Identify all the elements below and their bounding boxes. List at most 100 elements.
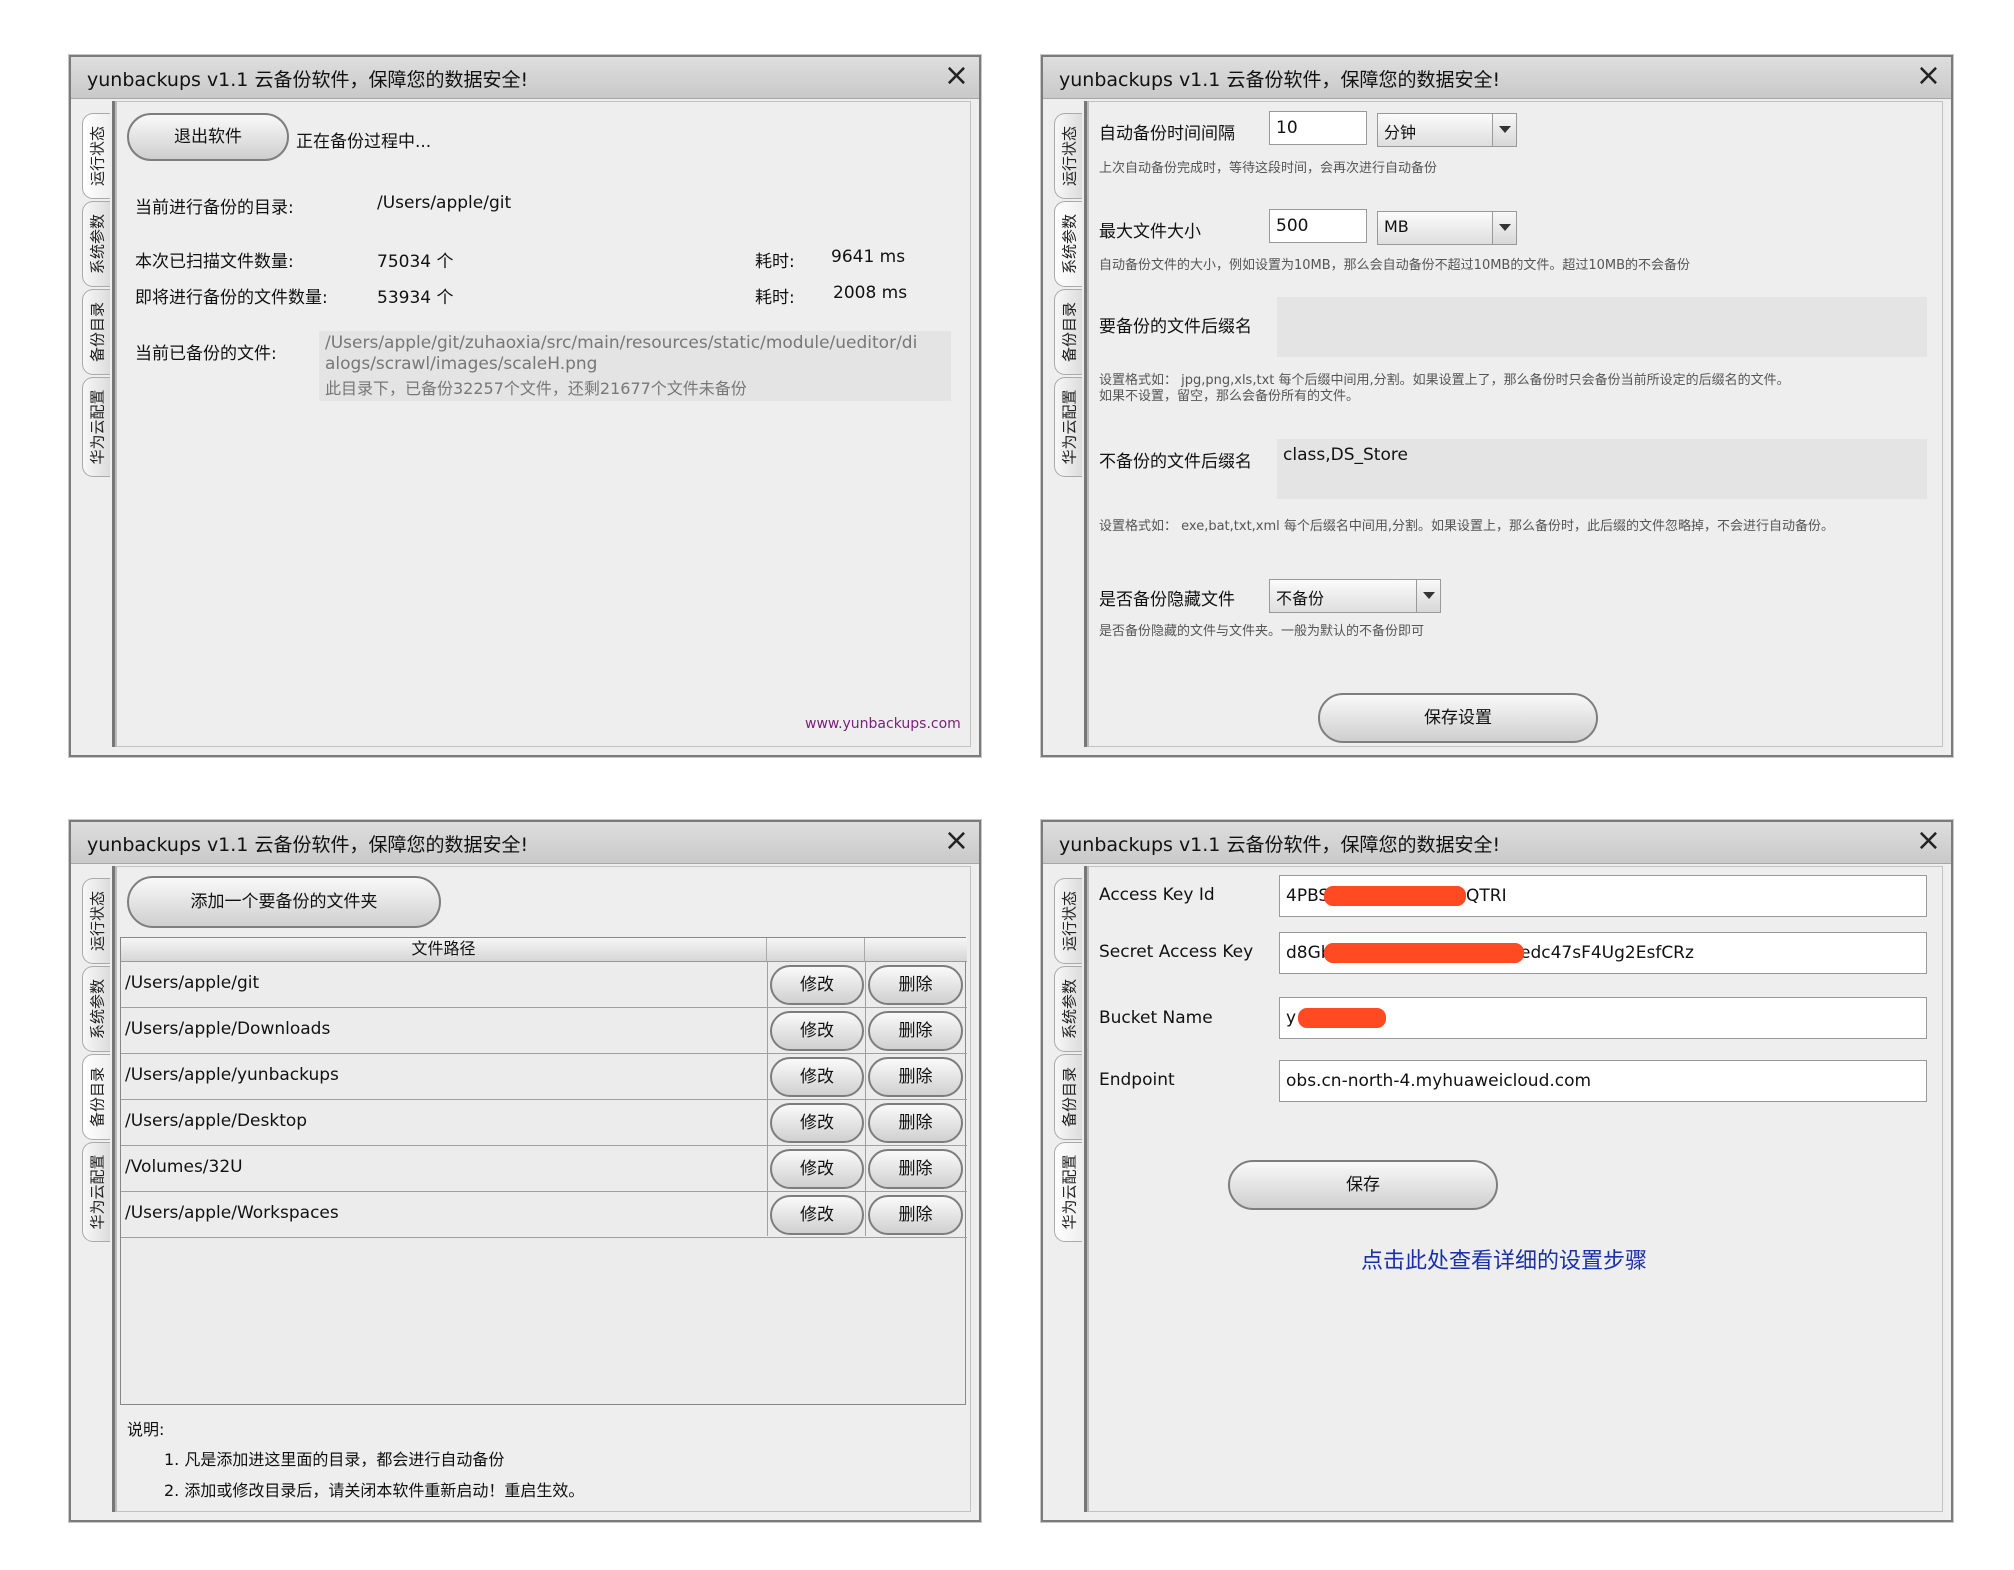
edit-button[interactable]: 修改: [770, 1195, 864, 1235]
dirs-table: 文件路径 /Users/apple/git 修改 删除 /Users/apple…: [120, 937, 967, 1405]
window-cloud: yunbackups v1.1 云备份软件，保障您的数据安全! × 运行状态 系…: [1041, 820, 1953, 1522]
row-path: /Users/apple/Downloads: [125, 1019, 331, 1039]
tab-label: 系统参数: [1060, 213, 1078, 275]
tab-huawei-cloud[interactable]: 华为云配置: [1054, 377, 1082, 477]
delete-button[interactable]: 删除: [868, 1195, 963, 1235]
tab-divider: [1084, 866, 1087, 1512]
tab-huawei-cloud[interactable]: 华为云配置: [82, 1142, 110, 1242]
maxsize-unit-select[interactable]: MB: [1377, 211, 1517, 245]
hidden-files-value: 不备份: [1276, 589, 1325, 608]
delete-button[interactable]: 删除: [868, 1011, 963, 1051]
delete-button[interactable]: 删除: [868, 965, 963, 1005]
endpoint-input[interactable]: obs.cn-north-4.myhuaweicloud.com: [1279, 1060, 1927, 1102]
interval-unit-value: 分钟: [1384, 123, 1417, 142]
tab-run-status[interactable]: 运行状态: [1054, 113, 1082, 199]
tab-run-status[interactable]: 运行状态: [1054, 878, 1082, 964]
scanned-count-value: 75034 个: [377, 252, 454, 272]
window-title: yunbackups v1.1 云备份软件，保障您的数据安全!: [87, 69, 529, 91]
interval-label: 自动备份时间间隔: [1099, 124, 1235, 144]
side-tabs: 运行状态 系统参数 备份目录 华为云配置: [82, 113, 110, 747]
tab-label: 系统参数: [1060, 978, 1078, 1040]
tab-huawei-cloud[interactable]: 华为云配置: [82, 377, 110, 477]
setup-steps-link[interactable]: 点击此处查看详细的设置步骤: [1361, 1243, 1647, 1275]
edit-button[interactable]: 修改: [770, 1011, 864, 1051]
secret-key-input[interactable]: d8Gb edc47sF4Ug2EsfCRz: [1279, 932, 1927, 974]
include-suffix-hint-2: 如果不设置，留空，那么会备份所有的文件。: [1099, 389, 1360, 404]
title-bar: yunbackups v1.1 云备份软件，保障您的数据安全! ×: [1043, 822, 1951, 864]
include-suffix-input[interactable]: [1277, 297, 1927, 357]
access-key-label: Access Key Id: [1099, 885, 1215, 905]
bucket-name-label: Bucket Name: [1099, 1008, 1213, 1028]
site-link[interactable]: www.yunbackups.com: [805, 716, 961, 732]
edit-button[interactable]: 修改: [770, 1103, 864, 1143]
window-status: yunbackups v1.1 云备份软件，保障您的数据安全! × 运行状态 系…: [69, 55, 981, 757]
exclude-suffix-hint: 设置格式如： exe,bat,txt,xml 每个后缀名中间用,分割。如果设置上…: [1099, 519, 1835, 534]
tab-backup-dirs[interactable]: 备份目录: [1054, 1054, 1082, 1140]
tab-divider: [112, 866, 115, 1512]
edit-button[interactable]: 修改: [770, 965, 864, 1005]
bucket-name-input[interactable]: y: [1279, 997, 1927, 1039]
tab-backup-dirs[interactable]: 备份目录: [82, 1054, 110, 1140]
window-title: yunbackups v1.1 云备份软件，保障您的数据安全!: [87, 834, 529, 856]
tab-label: 运行状态: [1060, 890, 1078, 952]
current-file-line1: /Users/apple/git/zuhaoxia/src/main/resou…: [325, 333, 918, 353]
row-path: /Users/apple/yunbackups: [125, 1065, 339, 1085]
include-suffix-label: 要备份的文件后缀名: [1099, 317, 1252, 337]
tab-label: 运行状态: [1060, 125, 1078, 187]
current-file-line3: 此目录下，已备份32257个文件，还剩21677个文件未备份: [325, 379, 747, 398]
col-header-delete: [865, 938, 967, 962]
scanned-time-label: 耗时:: [755, 252, 795, 272]
edit-button[interactable]: 修改: [770, 1149, 864, 1189]
table-row: /Users/apple/yunbackups 修改 删除: [121, 1054, 967, 1100]
exclude-suffix-input[interactable]: class,DS_Store: [1277, 439, 1927, 499]
window-params: yunbackups v1.1 云备份软件，保障您的数据安全! × 运行状态 系…: [1041, 55, 1953, 757]
row-path: /Users/apple/git: [125, 973, 260, 993]
close-icon[interactable]: ×: [944, 60, 969, 92]
secret-key-label: Secret Access Key: [1099, 942, 1254, 962]
tab-label: 华为云配置: [88, 1154, 106, 1230]
tab-label: 华为云配置: [88, 389, 106, 465]
pending-count-label: 即将进行备份的文件数量:: [135, 288, 328, 308]
interval-unit-select[interactable]: 分钟: [1377, 113, 1517, 147]
redaction-mark: [1324, 886, 1466, 906]
hidden-files-hint: 是否备份隐藏的文件与文件夹。一般为默认的不备份即可: [1099, 624, 1425, 639]
row-path: /Users/apple/Workspaces: [125, 1203, 339, 1223]
tab-label: 华为云配置: [1060, 1154, 1078, 1230]
delete-button[interactable]: 删除: [868, 1103, 963, 1143]
row-path: /Users/apple/Desktop: [125, 1111, 308, 1131]
hidden-files-select[interactable]: 不备份: [1269, 579, 1441, 613]
close-icon[interactable]: ×: [1916, 825, 1941, 857]
delete-button[interactable]: 删除: [868, 1057, 963, 1097]
edit-button[interactable]: 修改: [770, 1057, 864, 1097]
exclude-suffix-label: 不备份的文件后缀名: [1099, 452, 1252, 472]
interval-input[interactable]: 10: [1269, 111, 1367, 145]
close-icon[interactable]: ×: [944, 825, 969, 857]
tab-system-params[interactable]: 系统参数: [1054, 201, 1082, 287]
exit-button[interactable]: 退出软件: [127, 113, 289, 161]
save-button[interactable]: 保存: [1228, 1160, 1498, 1210]
side-tabs: 运行状态 系统参数 备份目录 华为云配置: [1054, 878, 1082, 1512]
tab-label: 运行状态: [88, 125, 106, 187]
tab-backup-dirs[interactable]: 备份目录: [82, 289, 110, 375]
access-key-input[interactable]: 4PBS/ QTRI: [1279, 875, 1927, 917]
col-header-path: 文件路径: [121, 938, 767, 962]
tab-run-status[interactable]: 运行状态: [82, 113, 110, 199]
table-row: /Users/apple/git 修改 删除: [121, 962, 967, 1008]
tab-huawei-cloud[interactable]: 华为云配置: [1054, 1142, 1082, 1242]
add-folder-button[interactable]: 添加一个要备份的文件夹: [127, 876, 441, 928]
delete-button[interactable]: 删除: [868, 1149, 963, 1189]
save-settings-button[interactable]: 保存设置: [1318, 693, 1598, 743]
tab-system-params[interactable]: 系统参数: [1054, 966, 1082, 1052]
pending-time-value: 2008 ms: [833, 283, 908, 303]
tab-run-status[interactable]: 运行状态: [82, 878, 110, 964]
params-content: [1089, 101, 1943, 747]
tab-system-params[interactable]: 系统参数: [82, 966, 110, 1052]
tab-backup-dirs[interactable]: 备份目录: [1054, 289, 1082, 375]
title-bar: yunbackups v1.1 云备份软件，保障您的数据安全! ×: [71, 822, 979, 864]
close-icon[interactable]: ×: [1916, 60, 1941, 92]
tab-system-params[interactable]: 系统参数: [82, 201, 110, 287]
maxsize-input[interactable]: 500: [1269, 209, 1367, 243]
tab-divider: [112, 101, 115, 747]
side-tabs: 运行状态 系统参数 备份目录 华为云配置: [82, 878, 110, 1512]
backup-state-text: 正在备份过程中...: [296, 132, 432, 152]
